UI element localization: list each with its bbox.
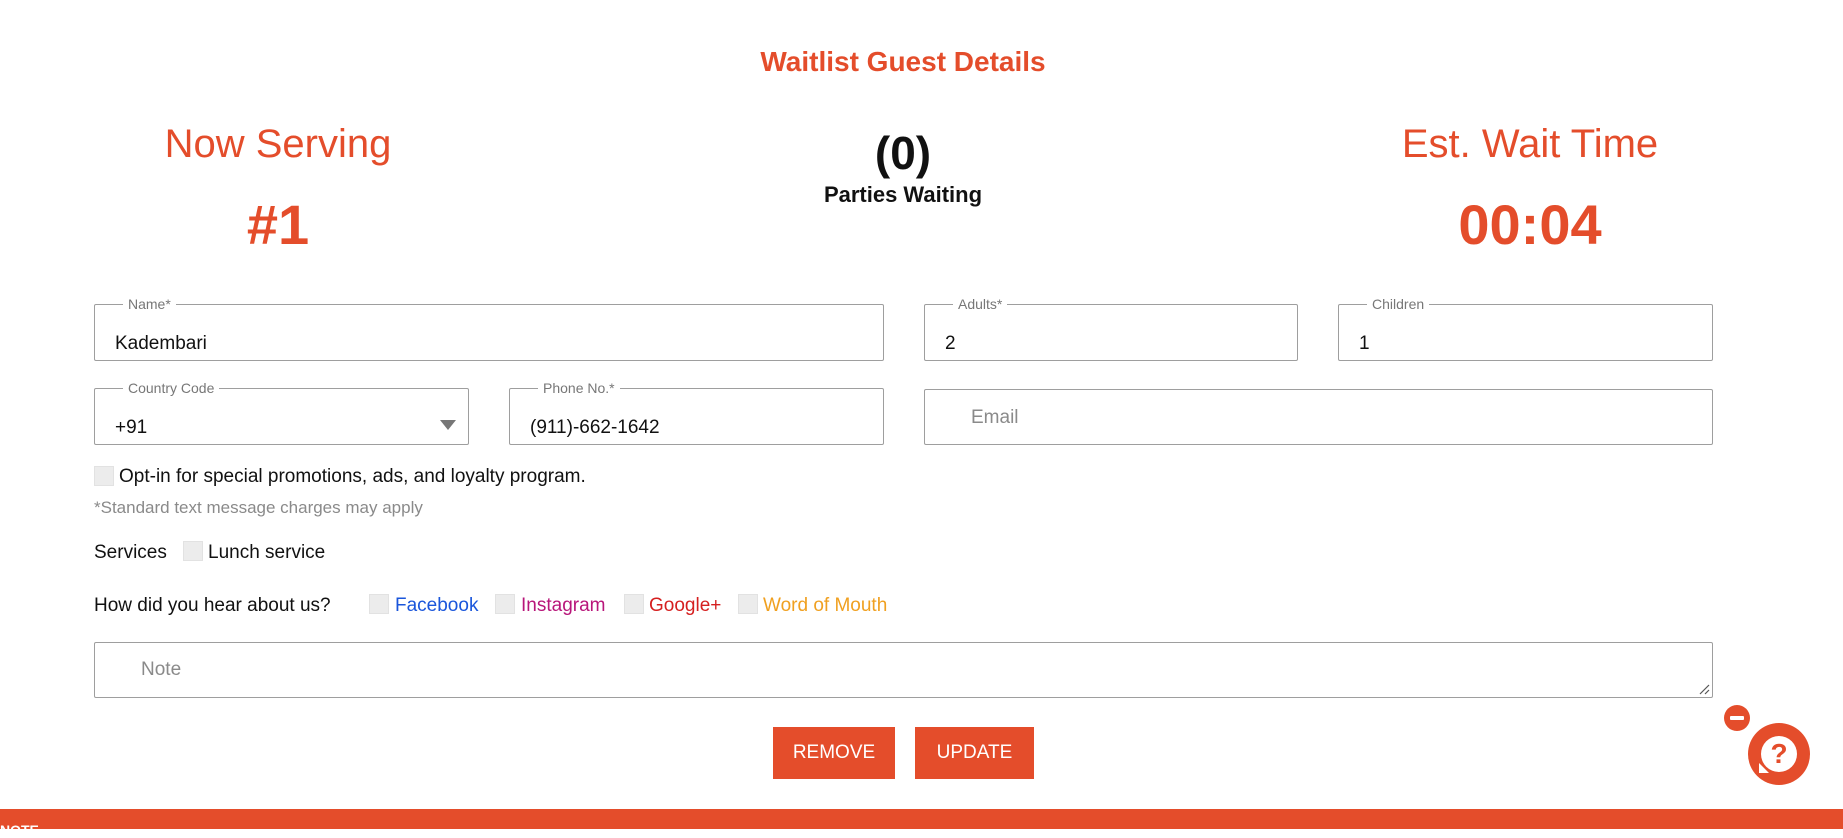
wait-time-label: Est. Wait Time: [1401, 122, 1659, 166]
update-button[interactable]: UPDATE: [915, 727, 1034, 779]
word-of-mouth-label: Word of Mouth: [763, 595, 888, 616]
adults-value[interactable]: 2: [945, 333, 956, 355]
phone-label: Phone No.*: [543, 380, 615, 396]
email-placeholder: Email: [971, 407, 1019, 428]
caret-down-icon[interactable]: [440, 420, 456, 430]
note-placeholder: Note: [141, 659, 182, 680]
children-value[interactable]: 1: [1359, 333, 1370, 355]
googleplus-checkbox[interactable]: [624, 594, 644, 614]
source-label: How did you hear about us?: [94, 595, 331, 616]
footer-bar: [0, 809, 1843, 829]
footer-text: NOTE: [0, 822, 39, 838]
minus-circle-icon[interactable]: [1724, 705, 1750, 731]
services-label: Services: [94, 542, 167, 563]
lunch-service-checkbox[interactable]: [183, 541, 203, 561]
help-chat-button[interactable]: ?: [1748, 723, 1810, 785]
optin-checkbox[interactable]: [94, 466, 114, 486]
adults-label: Adults*: [958, 296, 1003, 312]
name-value[interactable]: Kadembari: [115, 333, 207, 355]
now-serving-label: Now Serving: [164, 122, 392, 166]
facebook-label: Facebook: [395, 595, 479, 616]
note-textarea[interactable]: Note: [94, 642, 1713, 698]
name-field[interactable]: Name* Kadembari: [94, 297, 884, 361]
now-serving-value: #1: [246, 193, 310, 256]
googleplus-label: Google+: [649, 595, 722, 616]
country-code-select[interactable]: Country Code +91: [94, 381, 469, 445]
parties-waiting-count: (0): [874, 127, 932, 179]
instagram-label: Instagram: [521, 595, 606, 616]
country-code-value[interactable]: +91: [115, 417, 147, 439]
resize-handle-icon[interactable]: [1698, 683, 1710, 695]
instagram-checkbox[interactable]: [495, 594, 515, 614]
word-of-mouth-checkbox[interactable]: [738, 594, 758, 614]
optin-label: Opt-in for special promotions, ads, and …: [119, 466, 586, 487]
lunch-service-label: Lunch service: [208, 542, 326, 563]
email-field[interactable]: Email: [924, 389, 1713, 445]
name-label: Name*: [128, 296, 171, 312]
phone-field[interactable]: Phone No.* (911)-662-1642: [509, 381, 884, 445]
country-code-label: Country Code: [128, 380, 215, 396]
children-label: Children: [1372, 296, 1425, 312]
page-title: Waitlist Guest Details: [760, 46, 1046, 77]
wait-time-value: 00:04: [1458, 193, 1602, 256]
children-field[interactable]: Children 1: [1338, 297, 1713, 361]
parties-waiting-label: Parties Waiting: [823, 182, 983, 207]
phone-value[interactable]: (911)-662-1642: [530, 417, 660, 439]
remove-button[interactable]: REMOVE: [773, 727, 895, 779]
adults-field[interactable]: Adults* 2: [924, 297, 1298, 361]
sms-note: *Standard text message charges may apply: [94, 498, 423, 517]
facebook-checkbox[interactable]: [369, 594, 389, 614]
